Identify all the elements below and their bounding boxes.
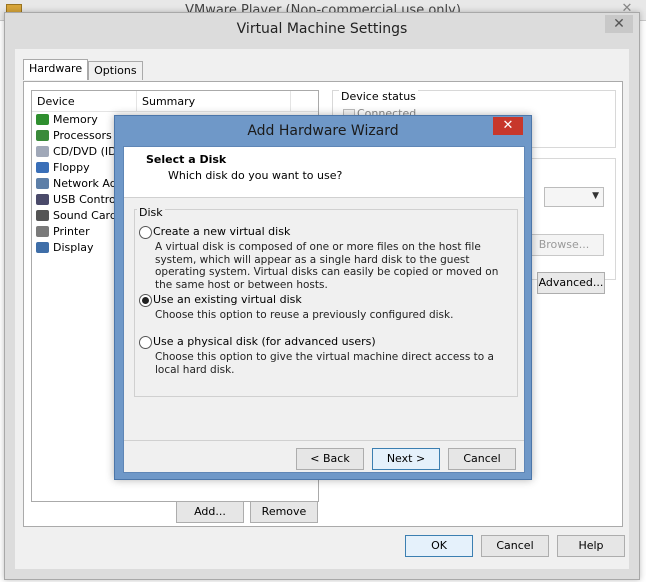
add-hardware-wizard: Add Hardware Wizard ✕ Select a Disk Whic… <box>114 115 532 480</box>
device-status-label: Device status <box>339 90 418 103</box>
advanced-button[interactable]: Advanced... <box>537 272 605 294</box>
wizard-header: Select a Disk Which disk do you want to … <box>124 147 524 198</box>
wizard-client-area: Select a Disk Which disk do you want to … <box>123 146 525 473</box>
settings-close-button[interactable]: ✕ <box>605 15 633 33</box>
next-button[interactable]: Next > <box>372 448 440 470</box>
wizard-close-button[interactable]: ✕ <box>493 117 523 135</box>
use-existing-disk-radio[interactable] <box>139 294 152 307</box>
device-list-header: Device Summary <box>32 91 318 112</box>
usb-icon <box>36 194 49 205</box>
display-icon <box>36 242 49 253</box>
chevron-down-icon: ▼ <box>592 191 599 201</box>
summary-column-header[interactable]: Summary <box>142 95 195 108</box>
speaker-icon <box>36 210 49 221</box>
use-physical-disk-label[interactable]: Use a physical disk (for advanced users) <box>153 335 376 348</box>
network-icon <box>36 178 49 189</box>
disk-group-label: Disk <box>137 206 165 219</box>
use-existing-disk-description: Choose this option to reuse a previously… <box>155 309 454 321</box>
cpu-icon <box>36 130 49 141</box>
device-name: Floppy <box>53 161 90 174</box>
use-physical-disk-radio[interactable] <box>139 336 152 349</box>
radio-selected-dot <box>142 297 149 304</box>
device-name: Processors <box>53 129 112 142</box>
use-existing-disk-label[interactable]: Use an existing virtual disk <box>153 293 302 306</box>
device-name: Printer <box>53 225 90 238</box>
printer-icon <box>36 226 49 237</box>
cd-icon <box>36 146 49 157</box>
tab-options[interactable]: Options <box>88 61 143 80</box>
wizard-cancel-button[interactable]: Cancel <box>448 448 516 470</box>
add-button[interactable]: Add... <box>176 501 244 523</box>
use-physical-disk-description: Choose this option to give the virtual m… <box>155 351 494 376</box>
remove-button[interactable]: Remove <box>250 501 318 523</box>
settings-tabs: Hardware Options <box>23 59 143 81</box>
device-name: Display <box>53 241 94 254</box>
wizard-title: Add Hardware Wizard <box>247 123 399 139</box>
device-name: Memory <box>53 113 98 126</box>
back-button[interactable]: < Back <box>296 448 364 470</box>
memory-icon <box>36 114 49 125</box>
help-button[interactable]: Help <box>557 535 625 557</box>
floppy-icon <box>36 162 49 173</box>
wizard-header-subtitle: Which disk do you want to use? <box>168 169 343 182</box>
disk-group: Disk Create a new virtual disk A virtual… <box>134 206 518 397</box>
device-name: Sound Card <box>53 209 117 222</box>
wizard-footer-separator <box>124 440 524 441</box>
connection-dropdown[interactable]: ▼ <box>544 187 604 207</box>
browse-button[interactable]: Browse... <box>524 234 604 256</box>
create-new-disk-description: A virtual disk is composed of one or mor… <box>155 241 499 291</box>
device-column-header[interactable]: Device <box>37 95 75 108</box>
ok-button[interactable]: OK <box>405 535 473 557</box>
cancel-button[interactable]: Cancel <box>481 535 549 557</box>
wizard-header-title: Select a Disk <box>146 153 227 166</box>
tab-hardware[interactable]: Hardware <box>23 59 89 80</box>
create-new-disk-label[interactable]: Create a new virtual disk <box>153 225 290 238</box>
create-new-disk-radio[interactable] <box>139 226 152 239</box>
settings-title: Virtual Machine Settings <box>236 21 408 37</box>
